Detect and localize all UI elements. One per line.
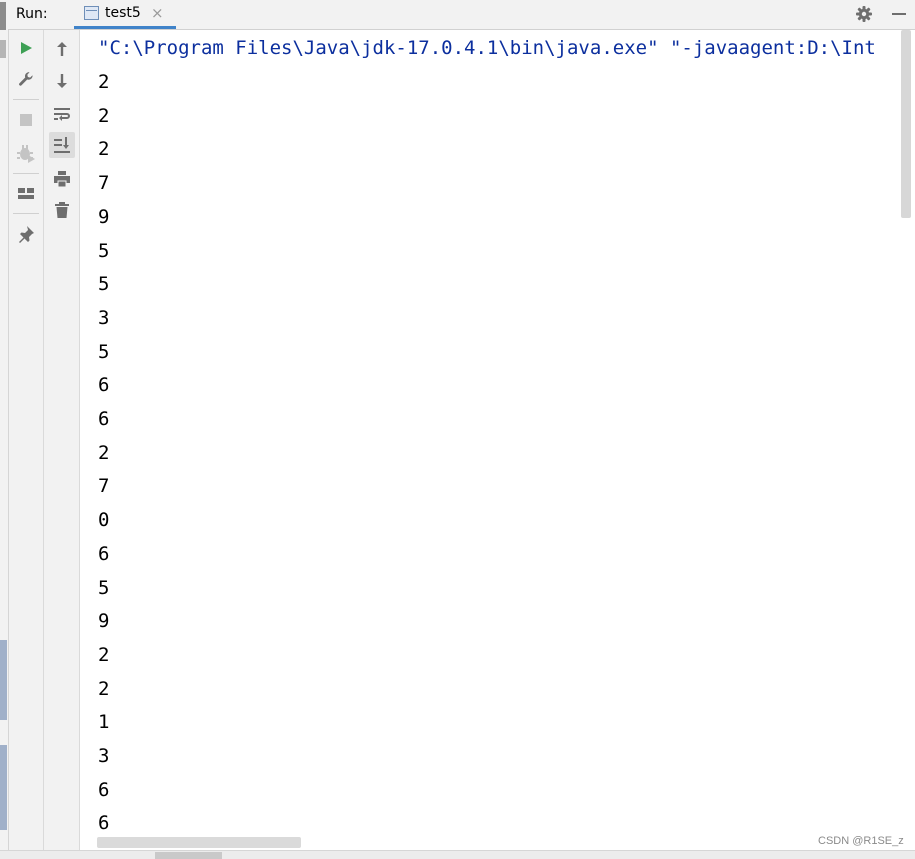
- structure-tool-window-tab[interactable]: [0, 640, 7, 720]
- command-line: "C:\Program Files\Java\jdk-17.0.4.1\bin\…: [98, 37, 876, 59]
- tab-test5[interactable]: test5 ×: [74, 0, 176, 29]
- output-line: 6: [98, 812, 110, 835]
- console-output[interactable]: "C:\Program Files\Java\jdk-17.0.4.1\bin\…: [80, 30, 899, 836]
- output-line: 0: [98, 509, 110, 532]
- ide-side-strip: [0, 0, 9, 858]
- minimize-icon[interactable]: [888, 3, 910, 25]
- run-config-icon: [84, 6, 99, 20]
- close-icon[interactable]: ×: [151, 4, 164, 22]
- output-line: 5: [98, 340, 110, 363]
- run-toolbar-primary: [9, 30, 44, 858]
- output-line: 1: [98, 711, 110, 734]
- output-line: 5: [98, 576, 110, 599]
- vertical-scrollbar[interactable]: [901, 30, 911, 218]
- arrow-down-icon[interactable]: [49, 68, 75, 94]
- run-toolbar-secondary: [44, 30, 80, 858]
- output-line: 2: [98, 71, 110, 93]
- output-line: 9: [98, 610, 110, 633]
- arrow-up-icon[interactable]: [49, 36, 75, 62]
- layout-icon[interactable]: [13, 181, 39, 207]
- print-icon[interactable]: [49, 166, 75, 192]
- output-line: 9: [98, 205, 110, 228]
- output-line: 2: [98, 643, 110, 666]
- debug-disabled-icon[interactable]: [13, 140, 39, 166]
- output-line: 2: [98, 104, 110, 127]
- output-line: 7: [98, 172, 110, 195]
- watermark: CSDN @R1SE_z: [818, 835, 904, 847]
- output-line: 3: [98, 745, 110, 767]
- stop-icon[interactable]: [13, 107, 39, 133]
- output-line: 6: [98, 778, 110, 801]
- horizontal-scrollbar[interactable]: [97, 837, 301, 848]
- output-line: 2: [98, 138, 110, 161]
- output-line: 5: [98, 239, 110, 262]
- toolbar-separator: [13, 99, 39, 100]
- tool-window-marker[interactable]: [0, 40, 6, 58]
- toolbar-separator: [13, 173, 39, 174]
- toolbar-separator: [13, 213, 39, 214]
- active-tab-indicator: [74, 26, 176, 29]
- run-icon[interactable]: [13, 35, 39, 61]
- wrench-icon[interactable]: [13, 66, 39, 92]
- output-line: 2: [98, 677, 110, 700]
- scroll-to-end-icon[interactable]: [49, 132, 75, 158]
- output-line: 5: [98, 273, 110, 296]
- soft-wrap-icon[interactable]: [49, 101, 75, 127]
- pin-icon[interactable]: [13, 221, 39, 247]
- project-tool-window-marker[interactable]: [0, 2, 6, 30]
- run-panel-header: Run: test5 ×: [8, 0, 915, 30]
- tab-label: test5: [105, 5, 141, 21]
- bookmarks-tool-window-tab[interactable]: [0, 745, 7, 830]
- output-line: 6: [98, 374, 110, 397]
- output-line: 2: [98, 441, 110, 464]
- output-line: 6: [98, 542, 110, 565]
- output-line: 6: [98, 408, 110, 430]
- gear-icon[interactable]: [853, 3, 875, 25]
- output-line: 3: [98, 306, 110, 329]
- run-label: Run:: [16, 6, 48, 22]
- output-line: 7: [98, 475, 110, 498]
- trash-icon[interactable]: [49, 197, 75, 223]
